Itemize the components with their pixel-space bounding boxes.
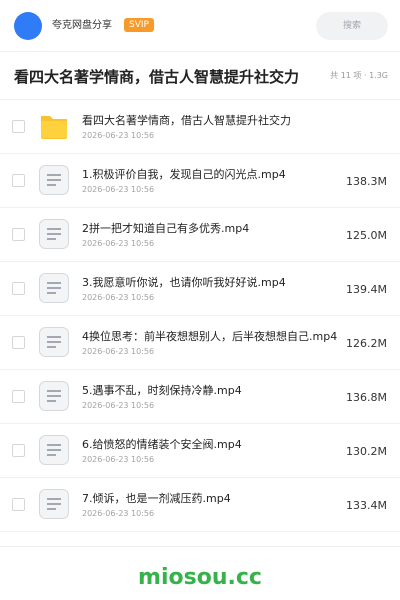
file-size: 133.4M bbox=[346, 499, 387, 512]
file-size: 125.0M bbox=[346, 229, 387, 242]
svip-badge[interactable]: SVIP bbox=[124, 18, 154, 32]
share-meta: 共 11 项 · 1.3G bbox=[330, 71, 388, 80]
file-checkbox[interactable] bbox=[12, 444, 25, 457]
search-input[interactable]: 搜索 bbox=[316, 12, 388, 40]
file-checkbox[interactable] bbox=[12, 120, 25, 133]
file-date: 2026-06-23 10:56 bbox=[82, 509, 155, 518]
file-date: 2026-06-23 10:56 bbox=[82, 185, 155, 194]
file-name[interactable]: 6.给愤怒的情绪装个安全阀.mp4 bbox=[82, 437, 242, 452]
file-size: 136.8M bbox=[346, 391, 387, 404]
file-size: 130.2M bbox=[346, 445, 387, 458]
file-checkbox[interactable] bbox=[12, 174, 25, 187]
file-size: 126.2M bbox=[346, 337, 387, 350]
file-date: 2026-06-23 10:56 bbox=[82, 347, 155, 356]
brand-name: 夸克网盘分享 bbox=[52, 20, 112, 31]
file-date: 2026-06-23 10:56 bbox=[82, 293, 155, 302]
file-row[interactable]: 1.积极评价自我，发现自己的闪光点.mp4 2026-06-23 10:56 138… bbox=[0, 154, 400, 208]
file-checkbox[interactable] bbox=[12, 336, 25, 349]
file-row[interactable]: 7.倾诉，也是一剂减压药.mp4 2026-06-23 10:56 133.4M bbox=[0, 478, 400, 532]
file-name[interactable]: 1.积极评价自我，发现自己的闪光点.mp4 bbox=[82, 167, 286, 182]
file-size: 139.4M bbox=[346, 283, 387, 296]
file-checkbox[interactable] bbox=[12, 498, 25, 511]
share-title-bar: 看四大名著学情商，借古人智慧提升社交力 共 11 项 · 1.3G bbox=[0, 52, 400, 100]
document-icon bbox=[39, 381, 69, 411]
document-icon bbox=[39, 489, 69, 519]
file-name[interactable]: 2拼一把才知道自己有多优秀.mp4 bbox=[82, 221, 249, 236]
file-name[interactable]: 7.倾诉，也是一剂减压药.mp4 bbox=[82, 491, 231, 506]
file-list: 看四大名著学情商，借古人智慧提升社交力 2026-06-23 10:56 1.积极评… bbox=[0, 100, 400, 532]
document-icon bbox=[39, 435, 69, 465]
avatar[interactable] bbox=[14, 12, 42, 40]
folder-icon bbox=[41, 116, 67, 139]
file-row[interactable]: 3.我愿意听你说，也请你听我好好说.mp4 2026-06-23 10:56 139… bbox=[0, 262, 400, 316]
page-title: 看四大名著学情商，借古人智慧提升社交力 bbox=[14, 68, 300, 86]
file-date: 2026-06-23 10:56 bbox=[82, 239, 155, 248]
file-date: 2026-06-23 10:56 bbox=[82, 455, 155, 464]
document-icon bbox=[39, 327, 69, 357]
file-row[interactable]: 4换位思考：前半夜想想别人，后半夜想想自己.mp4 2026-06-23 10:5… bbox=[0, 316, 400, 370]
file-row[interactable]: 2拼一把才知道自己有多优秀.mp4 2026-06-23 10:56 125.0M bbox=[0, 208, 400, 262]
file-size: 138.3M bbox=[346, 175, 387, 188]
app-header: 夸克网盘分享 SVIP 搜索 bbox=[0, 0, 400, 52]
file-checkbox[interactable] bbox=[12, 390, 25, 403]
file-name[interactable]: 3.我愿意听你说，也请你听我好好说.mp4 bbox=[82, 275, 286, 290]
file-row[interactable]: 看四大名著学情商，借古人智慧提升社交力 2026-06-23 10:56 bbox=[0, 100, 400, 154]
document-icon bbox=[39, 165, 69, 195]
file-row[interactable]: 6.给愤怒的情绪装个安全阀.mp4 2026-06-23 10:56 130.2M bbox=[0, 424, 400, 478]
document-icon bbox=[39, 273, 69, 303]
document-icon bbox=[39, 219, 69, 249]
file-name[interactable]: 4换位思考：前半夜想想别人，后半夜想想自己.mp4 bbox=[82, 329, 337, 344]
file-checkbox[interactable] bbox=[12, 282, 25, 295]
footer-divider bbox=[0, 546, 400, 547]
watermark-text: miosou.cc bbox=[138, 565, 262, 590]
file-date: 2026-06-23 10:56 bbox=[82, 401, 155, 410]
file-checkbox[interactable] bbox=[12, 228, 25, 241]
file-row[interactable]: 5.遇事不乱，时刻保持冷静.mp4 2026-06-23 10:56 136.8M bbox=[0, 370, 400, 424]
file-date: 2026-06-23 10:56 bbox=[82, 131, 155, 140]
file-name[interactable]: 看四大名著学情商，借古人智慧提升社交力 bbox=[82, 113, 291, 128]
file-name[interactable]: 5.遇事不乱，时刻保持冷静.mp4 bbox=[82, 383, 242, 398]
